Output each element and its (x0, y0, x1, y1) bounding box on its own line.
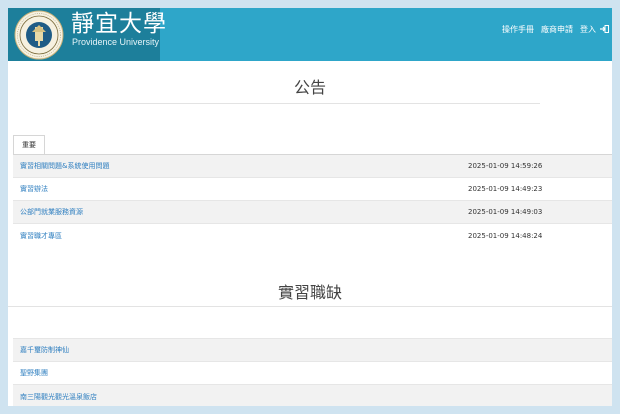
table-row: 實習職才專區 2025-01-09 14:48:24 (13, 224, 612, 247)
announcement-date: 2025-01-09 14:48:24 (468, 231, 543, 240)
nav-vendor-apply-link[interactable]: 廠商申請 (541, 24, 573, 35)
announcement-link[interactable]: 公部門就業服務資源 (20, 207, 83, 217)
page-frame: 靜宜大學 Providence University 操作手冊 廠商申請 登入 … (8, 8, 612, 406)
announcement-date: 2025-01-09 14:49:03 (468, 208, 543, 216)
sign-in-icon (600, 25, 609, 33)
table-row: 實習辦法 2025-01-09 14:49:23 (13, 178, 612, 201)
list-item: 聖野集團 (13, 362, 612, 385)
opening-link[interactable]: 聖野集團 (20, 368, 48, 378)
brand-logo-link[interactable]: 靜宜大學 Providence University (8, 8, 166, 61)
announcement-link[interactable]: 實習相關問題&系統使用問題 (20, 161, 109, 171)
announcement-link[interactable]: 實習職才專區 (20, 231, 62, 241)
opening-link[interactable]: 嘉千璽防制神仙 (20, 345, 69, 355)
university-seal-icon (14, 10, 64, 60)
announcement-date: 2025-01-09 14:49:23 (468, 185, 543, 193)
university-name: 靜宜大學 (71, 11, 167, 37)
opening-link[interactable]: 南三陽觀光觀光溫泉飯店 (20, 392, 97, 402)
announcements-title: 公告 (293, 78, 326, 97)
list-item: 嘉千璽防制神仙 (13, 339, 612, 362)
tab-important[interactable]: 重要 (13, 135, 45, 155)
university-name-en: Providence University (72, 37, 160, 47)
list-item: 南三陽觀光觀光溫泉飯店 (13, 385, 612, 406)
announcement-link[interactable]: 實習辦法 (20, 184, 48, 194)
openings-title: 實習職缺 (277, 283, 342, 302)
login-label: 登入 (580, 24, 596, 34)
announcement-list: 實習相關問題&系統使用問題 2025-01-09 14:59:26 實習辦法 2… (13, 155, 612, 247)
top-navbar: 靜宜大學 Providence University 操作手冊 廠商申請 登入 (8, 8, 612, 61)
announcements-divider (90, 103, 540, 104)
top-nav: 操作手冊 廠商申請 登入 (502, 22, 609, 36)
table-row: 公部門就業服務資源 2025-01-09 14:49:03 (13, 201, 612, 224)
openings-list: 嘉千璽防制神仙 聖野集團 南三陽觀光觀光溫泉飯店 (13, 338, 612, 406)
login-button[interactable]: 登入 (580, 24, 609, 35)
announcement-date: 2025-01-09 14:59:26 (468, 162, 543, 170)
nav-manual-link[interactable]: 操作手冊 (502, 24, 534, 35)
table-row: 實習相關問題&系統使用問題 2025-01-09 14:59:26 (13, 155, 612, 178)
openings-divider (8, 306, 612, 307)
